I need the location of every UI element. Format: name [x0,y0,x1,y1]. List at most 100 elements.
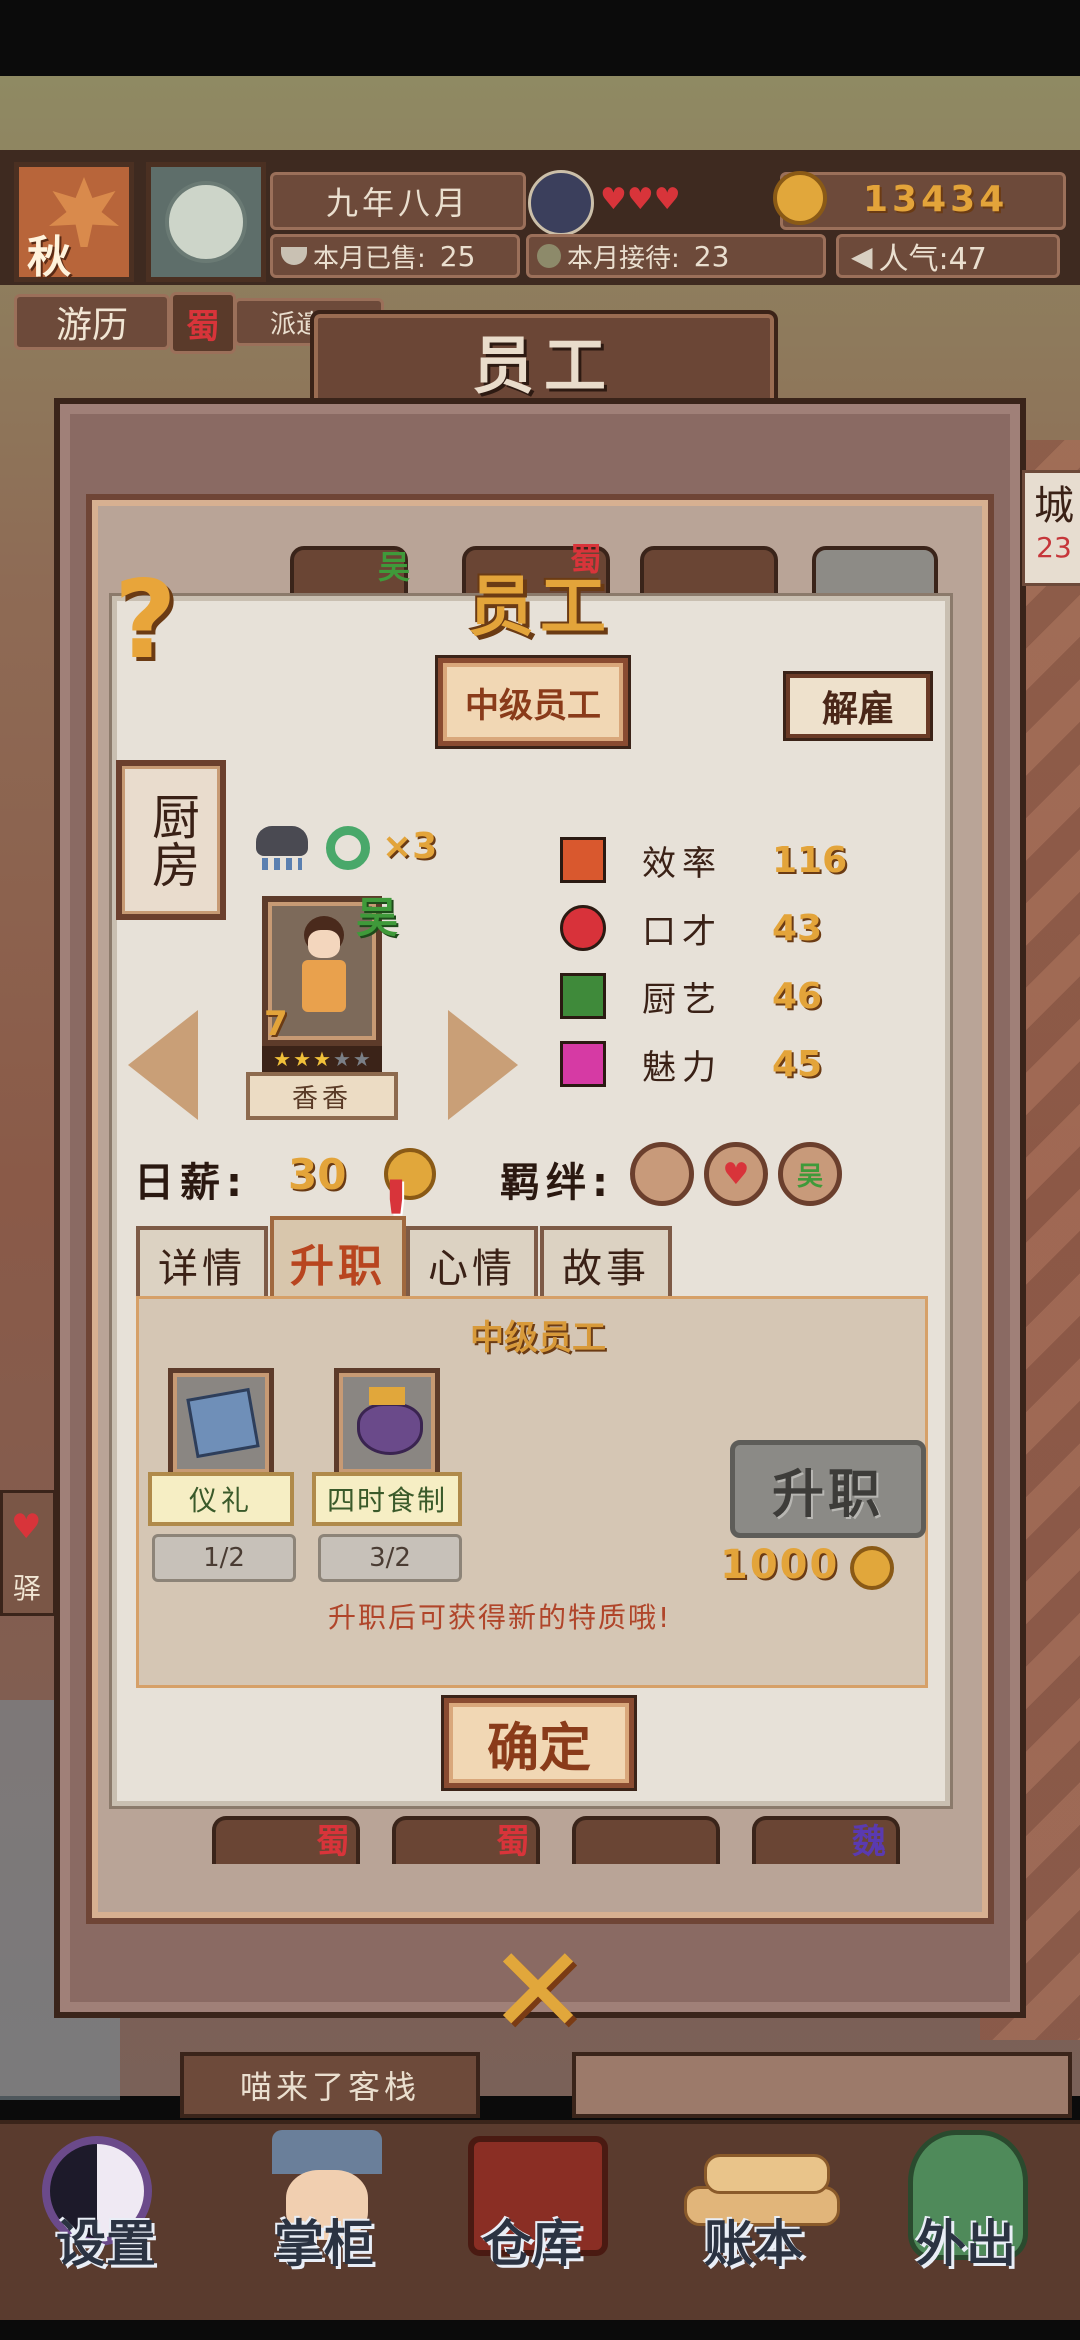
character-sprite [296,916,350,1026]
nav-label: 账本 [704,2215,804,2273]
season-label: 秋 [27,232,71,283]
served-value: 23 [693,239,730,273]
bond-badge-2[interactable]: ♥ [704,1142,768,1206]
tab-mood[interactable]: 心情 [406,1226,538,1300]
character-name-plate: 香香 [246,1072,398,1120]
department-tag: 厨房 [116,760,226,920]
tab-details[interactable]: 详情 [136,1226,268,1300]
nav-label: 设置 [56,2215,156,2273]
wage-value: 30 [288,1150,347,1199]
charm-icon [560,1041,606,1087]
nav-ledger[interactable]: 账本 [648,2116,864,2316]
requirement-progress-1: 1/2 [152,1534,296,1582]
stat-row-cooking: 厨艺 46 [560,962,880,1030]
stat-value: 116 [772,839,848,881]
bond-label: 羁绊: [500,1160,614,1206]
wage-label: 日薪: [134,1160,248,1206]
staff-card-bottom-3[interactable] [572,1816,720,1864]
served-label: 本月接待: [567,243,680,274]
stat-value: 45 [772,1043,823,1085]
tab-label: 升职 [290,1241,386,1292]
promotion-hint: 升职后可获得新的特质哦! [328,1601,672,1634]
stat-value: 46 [772,975,823,1017]
clock-dial-button[interactable] [146,162,266,282]
coin-icon [773,171,827,225]
left-side-plate: ♥ 驿 [0,1490,56,1616]
food-pouch-icon [357,1403,423,1455]
player-avatar[interactable] [528,170,594,236]
travel-button[interactable]: 游历 [14,294,170,350]
character-name: 香香 [291,1083,352,1114]
bond-region-tag: 吴 [796,1161,823,1192]
close-icon[interactable]: ✕ [478,1922,598,2061]
promotion-title: 中级员工 [470,1318,606,1358]
stat-label: 厨艺 [642,979,722,1020]
star-icon: ★ [332,1047,351,1071]
season-tile: 秋 [14,162,134,283]
tab-story[interactable]: 故事 [540,1226,672,1300]
tab-label: 故事 [562,1246,650,1292]
tab-label: 心情 [428,1246,516,1292]
help-question-icon[interactable]: ? [114,566,194,676]
sold-label: 本月已售: [313,243,426,274]
nav-label: 外出 [916,2215,1016,2273]
nav-label: 仓库 [482,2215,582,2273]
star-icon: ★ [293,1047,312,1071]
customer-icon [537,244,561,268]
heart-icon: ♥ [722,1156,750,1192]
weather-multiplier: ×3 [382,826,438,867]
popularity-info: ◀ 人气:47 [836,234,1060,278]
efficiency-icon [560,837,606,883]
message-box[interactable] [572,2052,1072,2118]
requirement-label: 仪礼 [188,1484,253,1517]
requirement-label: 四时食制 [326,1484,447,1517]
star-icon: ★ [273,1047,292,1071]
date-plate: 九年八月 [270,172,526,230]
travel-region: 蜀 [186,306,220,347]
dialog-title-text: 员工 [468,568,612,645]
tab-promotion[interactable]: 升职 [270,1216,406,1304]
star-rating: ★ ★ ★ ★ ★ [262,1046,382,1072]
requirement-progress: 1/2 [203,1543,245,1573]
nav-settings[interactable]: 设置 [0,2116,216,2316]
nav-outing[interactable]: 外出 [864,2116,1080,2316]
requirement-item-2[interactable] [334,1368,440,1478]
bond-badge-1[interactable] [630,1142,694,1206]
coin-count: 13434 [863,179,1009,220]
sold-value: 25 [439,239,476,273]
region-tag: 蜀 [316,1822,350,1862]
tab-label: 详情 [158,1246,246,1292]
promote-button[interactable]: 升职 [730,1440,926,1538]
stat-value: 43 [772,907,823,949]
right-side-sub: 23 [1036,531,1072,564]
stat-label: 效率 [642,843,722,884]
star-icon: ★ [313,1047,331,1071]
right-side-char: 城 [1034,483,1074,529]
left-side-char: 驿 [13,1572,42,1605]
promote-label: 升职 [771,1464,884,1525]
served-info: 本月接待: 23 [526,234,826,278]
coin-plate: 13434 [773,171,1066,230]
hearts-meter: ♥♥♥ [600,182,690,217]
bond-badge-3[interactable]: 吴 [778,1142,842,1206]
stat-label: 口才 [642,911,722,952]
staff-card-bottom-4[interactable]: 魏 [752,1816,900,1864]
inn-name: 喵来了客栈 [239,2068,420,2106]
rain-cloud-icon [256,826,308,856]
staff-card-bottom-1[interactable]: 蜀 [212,1816,360,1864]
stat-row-eloquence: 口才 43 [560,894,880,962]
window-banner-title: 员工 [471,329,616,402]
window-banner: 员工 [310,310,778,410]
stat-label: 魅力 [642,1047,722,1088]
nav-shopkeeper[interactable]: 掌柜 [216,2116,432,2316]
requirement-item-1[interactable] [168,1368,274,1478]
department-label: 厨房 [143,792,199,888]
confirm-button[interactable]: 确定 [444,1698,634,1788]
staff-card-bottom-2[interactable]: 蜀 [392,1816,540,1864]
heart-icon: ♥♥♥ [600,182,681,217]
dismiss-button[interactable]: 解雇 [786,674,930,738]
nav-warehouse[interactable]: 仓库 [432,2116,648,2316]
inn-name-plate: 喵来了客栈 [180,2052,480,2118]
rank-badge-label: 中级员工 [465,685,601,726]
requirement-progress-2: 3/2 [318,1534,462,1582]
